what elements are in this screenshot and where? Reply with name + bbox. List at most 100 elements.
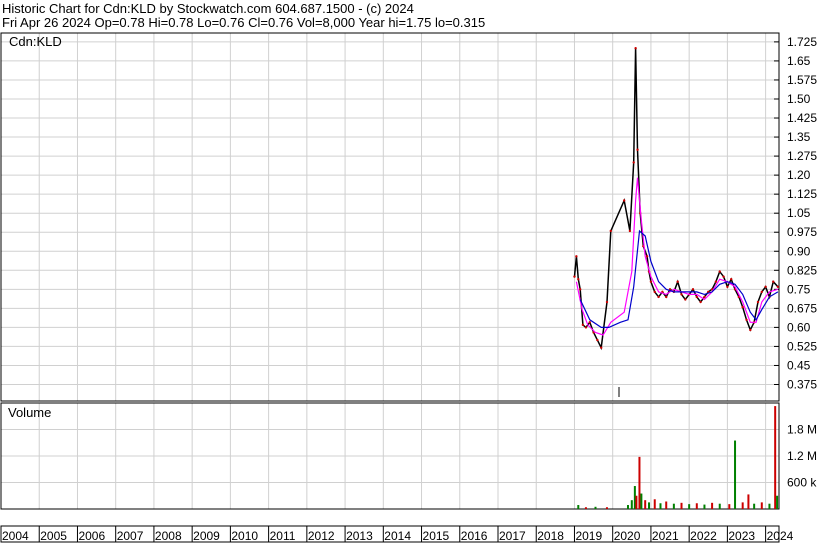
x-axis: 2004 2005 2006 2007 2008 2009 2010 2011 2012 2013… (0, 525, 794, 543)
price-tick-label: 1.20 (787, 168, 811, 182)
price-point (577, 277, 580, 281)
price-point (645, 255, 649, 258)
volume-bar (635, 495, 638, 509)
volume-bar (653, 499, 656, 509)
x-tick-label: 2019 (575, 529, 602, 543)
volume-tick-label: 1.2 M (787, 449, 817, 463)
price-point (760, 290, 763, 294)
volume-bar (648, 502, 651, 509)
price-tick-label: 0.825 (787, 263, 817, 277)
x-tick-label: 2022 (690, 529, 717, 543)
price-tick-label: 1.35 (787, 130, 811, 144)
chart-header-line1: Historic Chart for Cdn:KLD by Stockwatch… (2, 1, 414, 16)
volume-bar (577, 505, 580, 509)
price-point (605, 300, 609, 304)
volume-bar (747, 494, 750, 509)
price-point (722, 275, 725, 278)
volume-tick-label: 1.8 M (787, 423, 817, 437)
volume-bar (644, 500, 647, 509)
volume-bar (774, 406, 777, 509)
price-point (600, 346, 603, 349)
x-tick-label: 2011 (270, 529, 296, 543)
x-tick-label: 2018 (537, 529, 564, 543)
x-tick-label: 2005 (40, 529, 67, 543)
x-tick-label: 2014 (384, 529, 411, 543)
price-point (691, 288, 695, 291)
price-point (695, 295, 699, 299)
price-point (756, 300, 760, 304)
price-point (584, 326, 588, 329)
volume-tick-label: 600 k (787, 476, 817, 490)
price-point (653, 290, 656, 294)
price-point (741, 305, 744, 309)
volume-bar (659, 503, 662, 509)
price-tick-label: 1.65 (787, 54, 811, 68)
volume-bar (703, 504, 706, 509)
price-point (665, 295, 668, 299)
price-point (714, 280, 718, 283)
price-point (622, 199, 626, 202)
price-tick-label: 1.05 (787, 206, 811, 220)
price-point (764, 285, 767, 288)
price-tick-label: 1.725 (787, 35, 817, 49)
price-tick-label: 0.525 (787, 339, 817, 353)
x-axis-ticks: 2004 2005 2006 2007 2008 2009 2010 2011 2012 2013… (2, 526, 794, 543)
price-tick-label: 0.90 (787, 244, 811, 258)
price-point (726, 285, 729, 288)
price-point (684, 298, 687, 301)
price-point (680, 293, 683, 296)
price-panel-label: Cdn:KLD (9, 34, 62, 49)
x-tick-label: 2021 (652, 529, 679, 543)
volume-panel-label: Volume (8, 405, 51, 420)
volume-bar (718, 503, 721, 509)
price-tick-label: 1.425 (787, 111, 817, 125)
price-point (699, 300, 702, 304)
volume-bar (680, 502, 683, 509)
price-point (634, 47, 637, 50)
x-tick-label: 2017 (499, 529, 526, 543)
volume-bar (734, 440, 737, 509)
price-point (718, 270, 721, 273)
volume-bar (638, 456, 641, 509)
price-point (609, 229, 612, 233)
price-point (676, 280, 679, 283)
volume-bar (753, 503, 756, 509)
price-point (581, 323, 585, 327)
chart-header-line2: Fri Apr 26 2024 Op=0.78 Hi=0.78 Lo=0.76 … (2, 15, 485, 30)
x-tick-label: 2016 (461, 529, 488, 543)
price-tick-label: 0.675 (787, 301, 817, 315)
price-point (730, 277, 733, 281)
price-tick-label: 0.975 (787, 225, 817, 239)
price-tick-label: 0.60 (787, 320, 811, 334)
volume-bar (665, 501, 668, 509)
volume-bar (640, 493, 643, 509)
x-tick-label: 2020 (614, 529, 641, 543)
x-tick-label: 2013 (346, 529, 373, 543)
price-point (596, 338, 599, 342)
price-tick-label: 1.50 (787, 92, 811, 106)
volume-bar (741, 502, 744, 509)
volume-bar (776, 495, 779, 509)
price-tick-label: 1.275 (787, 149, 817, 163)
volume-bar (728, 504, 731, 509)
x-tick-label: 2024 (767, 529, 794, 543)
price-point (628, 229, 632, 233)
volume-bar (584, 507, 587, 509)
price-tick-label: 0.75 (787, 282, 811, 296)
x-tick-label: 2012 (308, 529, 335, 543)
volume-bar (626, 505, 629, 509)
volume-bar (760, 502, 763, 509)
stock-chart: Historic Chart for Cdn:KLD by Stockwatch… (0, 0, 830, 543)
volume-bar (594, 506, 597, 509)
volume-axis-ticks: 1.8 M 1.2 M 600 k (787, 423, 817, 490)
volume-bar (711, 502, 714, 509)
volume-bar (605, 507, 608, 509)
x-tick-label: 2007 (117, 529, 144, 543)
price-tick-label: 0.45 (787, 358, 811, 372)
x-tick-label: 2004 (2, 529, 29, 543)
price-point (745, 318, 748, 321)
volume-bar (672, 503, 675, 509)
price-point (573, 275, 576, 278)
price-point (632, 161, 635, 164)
volume-bar (688, 504, 691, 509)
